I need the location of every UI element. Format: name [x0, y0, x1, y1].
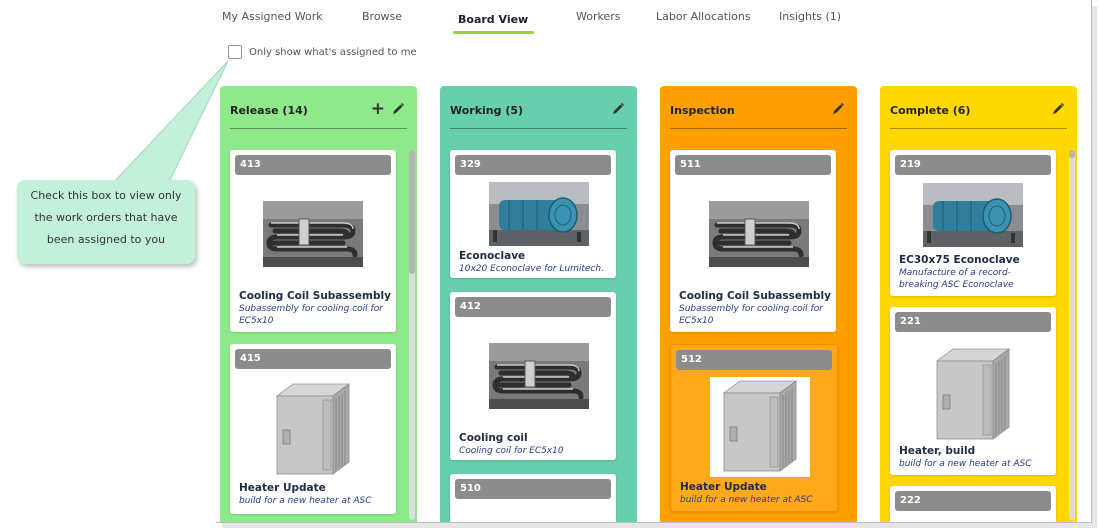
callout-line: Check this box to view only — [30, 189, 182, 202]
work-order-title: Heater Update — [239, 482, 326, 494]
work-order-description: build for a new heater at ASC — [899, 459, 1032, 469]
work-order-card[interactable]: 512 Heater Update build for a new heater… — [670, 344, 838, 512]
work-order-title: Heater, build — [899, 445, 976, 457]
work-order-card[interactable]: 510 — [450, 474, 616, 522]
column-working: Working (5) 329 Econoclave 10x20 Econocl… — [440, 86, 637, 522]
pencil-icon[interactable] — [831, 102, 845, 116]
callout-line: the work orders that have — [34, 211, 178, 224]
work-order-description: Manufacture of a record-breaking ASC Eco… — [899, 268, 1014, 290]
work-order-id: 219 — [895, 155, 1051, 175]
column-title: Complete (6) — [890, 104, 971, 117]
work-order-title: Econoclave — [459, 250, 526, 262]
work-order-id: 512 — [676, 350, 832, 370]
autoclave-image — [923, 182, 1023, 248]
work-order-id: 510 — [455, 479, 611, 499]
coil-image — [489, 343, 589, 409]
work-order-id: 511 — [675, 155, 831, 175]
column-inspection: Inspection 511 Cooling Coil Subassembly … — [660, 86, 857, 522]
work-order-card[interactable]: 329 Econoclave 10x20 Econoclave for Lumi… — [450, 150, 616, 278]
work-order-title: EC30x75 Econoclave — [899, 254, 1020, 266]
work-order-id: 412 — [455, 297, 611, 317]
column-title: Inspection — [670, 104, 735, 117]
work-order-card[interactable]: 412 Cooling coil Cooling coil for EC5x10 — [450, 292, 616, 460]
autoclave-image — [489, 182, 589, 246]
work-order-title: Heater Update — [680, 481, 767, 493]
callout-tooltip: Check this box to view only the work ord… — [17, 180, 195, 264]
pencil-icon[interactable] — [391, 102, 405, 116]
work-order-description: build for a new heater at ASC — [680, 495, 813, 505]
work-order-id: 329 — [455, 155, 611, 175]
column-scrollbar[interactable] — [409, 150, 415, 520]
scroll-thumb[interactable] — [1069, 150, 1075, 158]
column-header: Complete (6) — [890, 102, 1067, 129]
column-header: Working (5) — [450, 102, 627, 129]
pencil-icon[interactable] — [1051, 102, 1065, 116]
column-title: Working (5) — [450, 104, 524, 117]
active-tab-indicator — [453, 31, 534, 34]
work-order-card[interactable]: 222 — [890, 486, 1056, 522]
callout-line: been assigned to you — [46, 233, 166, 246]
work-order-title: Cooling coil — [459, 432, 528, 444]
pencil-icon[interactable] — [611, 102, 625, 116]
work-order-card[interactable]: 415 Heater Update build for a new heater… — [230, 344, 396, 514]
work-order-title: Cooling Coil Subassembly — [679, 290, 831, 302]
assigned-filter-label: Only show what's assigned to me — [249, 46, 417, 58]
work-order-title: Cooling Coil Subassembly — [239, 290, 391, 302]
work-order-description: Subassembly for cooling coil for EC5x10 — [239, 304, 383, 326]
work-order-description: Subassembly for cooling coil for EC5x10 — [679, 304, 823, 326]
heater-image — [923, 345, 1023, 445]
coil-image — [709, 201, 809, 267]
heater-image — [710, 377, 810, 477]
work-order-description: 10x20 Econoclave for Lumitech. — [459, 264, 604, 274]
work-order-description: build for a new heater at ASC — [239, 496, 372, 506]
column-scrollbar[interactable] — [1069, 150, 1075, 520]
work-order-card[interactable]: 219 EC30x75 Econoclave Manufacture of a … — [890, 150, 1056, 296]
column-complete: Complete (6) 219 EC30x75 Econoclave Manu… — [880, 86, 1077, 522]
work-order-id: 222 — [895, 491, 1051, 511]
scroll-thumb[interactable] — [409, 150, 415, 274]
coil-image — [263, 201, 363, 267]
tab-insights[interactable]: Insights (1) — [779, 10, 841, 23]
work-order-id: 415 — [235, 349, 391, 369]
plus-icon[interactable]: + — [371, 101, 385, 118]
tab-browse[interactable]: Browse — [362, 10, 402, 23]
heater-image — [263, 380, 363, 480]
work-order-description: Cooling coil for EC5x10 — [459, 446, 564, 456]
tab-bar: My Assigned Work Browse Board View Worke… — [216, 0, 1091, 40]
column-header: Inspection — [670, 102, 847, 129]
work-order-id: 221 — [895, 312, 1051, 332]
board-window: My Assigned Work Browse Board View Worke… — [216, 0, 1092, 523]
work-order-card[interactable]: 221 Heater, build build for a new heater… — [890, 307, 1056, 475]
tab-board-view[interactable]: Board View — [458, 13, 528, 26]
tab-labor-allocations[interactable]: Labor Allocations — [656, 10, 751, 23]
callout-pointer — [110, 60, 229, 185]
work-order-card[interactable]: 511 Cooling Coil Subassembly Subassembly… — [670, 150, 836, 332]
tab-workers[interactable]: Workers — [576, 10, 620, 23]
